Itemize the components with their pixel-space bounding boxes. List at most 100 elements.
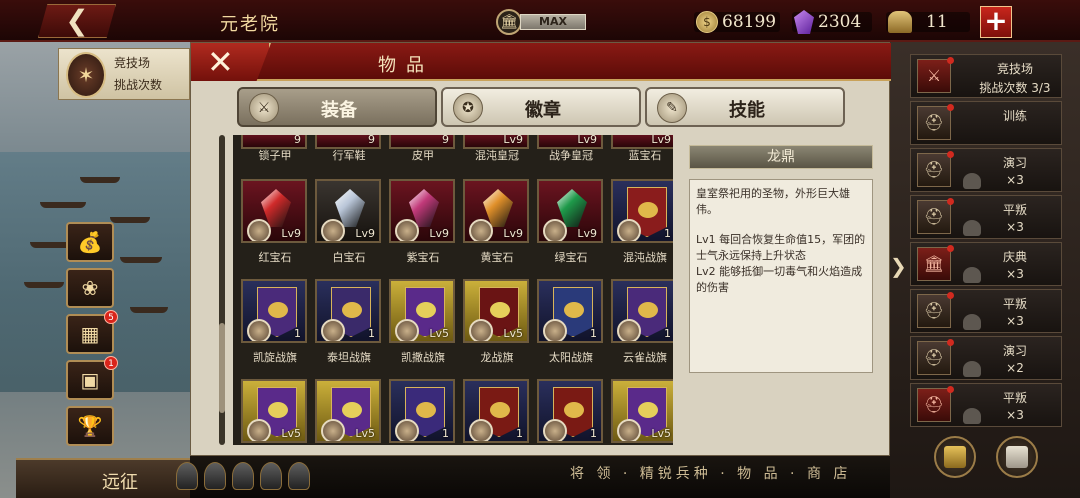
item-level: 9 [442, 135, 449, 146]
alert-dot [947, 339, 954, 346]
task-item[interactable]: 🏛 庆典 ×3 [910, 242, 1062, 286]
item-slot[interactable]: Lv9 绿宝石 [535, 179, 607, 279]
treasure-bag-button[interactable]: 💰 [66, 222, 114, 262]
banner-emblem-icon [564, 302, 584, 318]
ship [120, 257, 162, 263]
item-slot[interactable]: 1 [535, 379, 607, 445]
task-name: 竞技场 [996, 62, 1033, 76]
item-level: 1 [664, 327, 671, 340]
item-name: 紫宝石 [406, 251, 440, 264]
item-name: 红宝石 [258, 251, 292, 264]
item-slot[interactable]: Lv5 [609, 379, 673, 445]
grid-scroll-thumb[interactable] [219, 323, 225, 413]
tab-label: 技能 [729, 100, 765, 121]
item-level: Lv9 [355, 227, 375, 240]
helmet-counter[interactable]: 11 [888, 9, 948, 35]
item-level: Lv9 [503, 135, 523, 146]
add-resource-button[interactable]: + [980, 6, 1012, 38]
back-arrow-icon: ❮ [65, 4, 89, 37]
item-grid: 9 锁子甲 9 行军鞋 9 皮甲 Lv9 混沌皇冠 Lv9 战争皇冠 Lv9 蓝… [233, 135, 673, 445]
general-portrait-icon [247, 419, 271, 441]
item-slot[interactable]: 1 云雀战旗 [609, 279, 673, 379]
item-slot[interactable]: Lv5 凯撒战旗 [387, 279, 459, 379]
task-item[interactable]: ⛑ 训练 [910, 101, 1062, 145]
item-tabs: ⚔ 装备 ✪ 徽章 ✎ 技能 [237, 87, 847, 127]
expedition-button[interactable]: 远征 [16, 458, 196, 498]
scroll-icon [1006, 446, 1028, 468]
task-name: 庆典 [1002, 250, 1027, 264]
item-slot[interactable]: Lv9 蓝宝石 [609, 135, 673, 162]
item-icon-frame: Lv9 [463, 179, 529, 243]
gem-value: 2304 [818, 12, 862, 32]
item-slot[interactable]: Lv9 紫宝石 [387, 179, 459, 279]
item-slot[interactable]: Lv9 白宝石 [313, 179, 385, 279]
item-name: 皮甲 [412, 149, 434, 162]
task-item[interactable]: ⛑ 演习 ×3 [910, 148, 1062, 192]
task-item[interactable]: ⛑ 演习 ×2 [910, 336, 1062, 380]
item-level: Lv9 [577, 227, 597, 240]
task-name: 演习 [1002, 344, 1027, 358]
banner-emblem-icon [342, 402, 362, 418]
item-slot[interactable]: 9 皮甲 [387, 135, 459, 162]
item-level: 1 [368, 327, 375, 340]
banner-emblem-icon [638, 302, 658, 318]
item-description: 皇室祭祀用的圣物，外形巨大雄伟。 [696, 187, 850, 216]
tab-equipment[interactable]: ⚔ 装备 [237, 87, 437, 127]
item-slot[interactable]: 1 [461, 379, 533, 445]
arena-title: 竞技场 [114, 56, 151, 70]
banner-emblem-icon [638, 202, 658, 218]
item-level: 1 [442, 427, 449, 440]
alert-dot [947, 151, 954, 158]
gem-counter[interactable]: 2304 [794, 9, 861, 35]
item-slot[interactable]: Lv9 黄宝石 [461, 179, 533, 279]
task-item[interactable]: ⚔ 竞技场 挑战次数 3/3 [910, 54, 1062, 98]
ship [80, 177, 120, 183]
task-item[interactable]: ⛑ 平叛 ×3 [910, 195, 1062, 239]
task-item[interactable]: ⛑ 平叛 ×3 [910, 383, 1062, 427]
senate-icon: 🏛 [496, 9, 522, 35]
item-icon-frame: 1 [389, 379, 455, 443]
item-slot[interactable]: 9 锁子甲 [239, 135, 311, 162]
scroll-button[interactable] [996, 436, 1038, 478]
general-portrait-icon [395, 319, 419, 341]
item-name: 蓝宝石 [628, 149, 662, 162]
tab-badges[interactable]: ✪ 徽章 [441, 87, 641, 127]
general-portrait-icon [543, 419, 567, 441]
tab-skills[interactable]: ✎ 技能 [645, 87, 845, 127]
item-slot[interactable]: Lv5 龙战旗 [461, 279, 533, 379]
lotus-button[interactable]: ❀ [66, 268, 114, 308]
plus-icon: + [984, 4, 1008, 37]
book-button[interactable] [934, 436, 976, 478]
item-effect-lv2: Lv2 能够抵御一切毒气和火焰造成的伤害 [696, 265, 863, 294]
alert-dot [947, 198, 954, 205]
item-slot[interactable]: 9 行军鞋 [313, 135, 385, 162]
ship [110, 217, 150, 223]
item-slot[interactable]: 1 混沌战旗 [609, 179, 673, 279]
trophy-button[interactable]: 🏆 [66, 406, 114, 446]
back-button[interactable]: ❮ [38, 4, 116, 38]
item-slot[interactable]: Lv9 战争皇冠 [535, 135, 607, 162]
general-portrait-icon [321, 419, 345, 441]
task-icon: ⛑ [917, 294, 951, 328]
task-icon: ⛑ [917, 106, 951, 140]
item-icon-frame: 1 [611, 179, 673, 243]
item-slot[interactable]: Lv9 混沌皇冠 [461, 135, 533, 162]
item-icon-frame: Lv5 [315, 379, 381, 443]
item-icon-frame: 1 [537, 379, 603, 443]
task-count: ×3 [1006, 314, 1024, 328]
item-slot[interactable]: 1 泰坦战旗 [313, 279, 385, 379]
task-item[interactable]: ⛑ 平叛 ×3 [910, 289, 1062, 333]
item-slot[interactable]: 1 太阳战旗 [535, 279, 607, 379]
item-slot[interactable]: Lv5 [239, 379, 311, 445]
item-slot[interactable]: Lv9 红宝石 [239, 179, 311, 279]
banner-emblem-icon [268, 302, 288, 318]
task-icon: ⛑ [917, 153, 951, 187]
item-slot[interactable]: 1 凯旋战旗 [239, 279, 311, 379]
helmet-icon [260, 462, 282, 490]
general-portrait-icon [395, 219, 419, 241]
gold-counter[interactable]: $ 68199 [696, 9, 776, 35]
item-slot[interactable]: 1 [387, 379, 459, 445]
item-slot[interactable]: Lv5 [313, 379, 385, 445]
chevron-right-icon[interactable]: ❯ [890, 248, 908, 284]
helmet-icon [232, 462, 254, 490]
